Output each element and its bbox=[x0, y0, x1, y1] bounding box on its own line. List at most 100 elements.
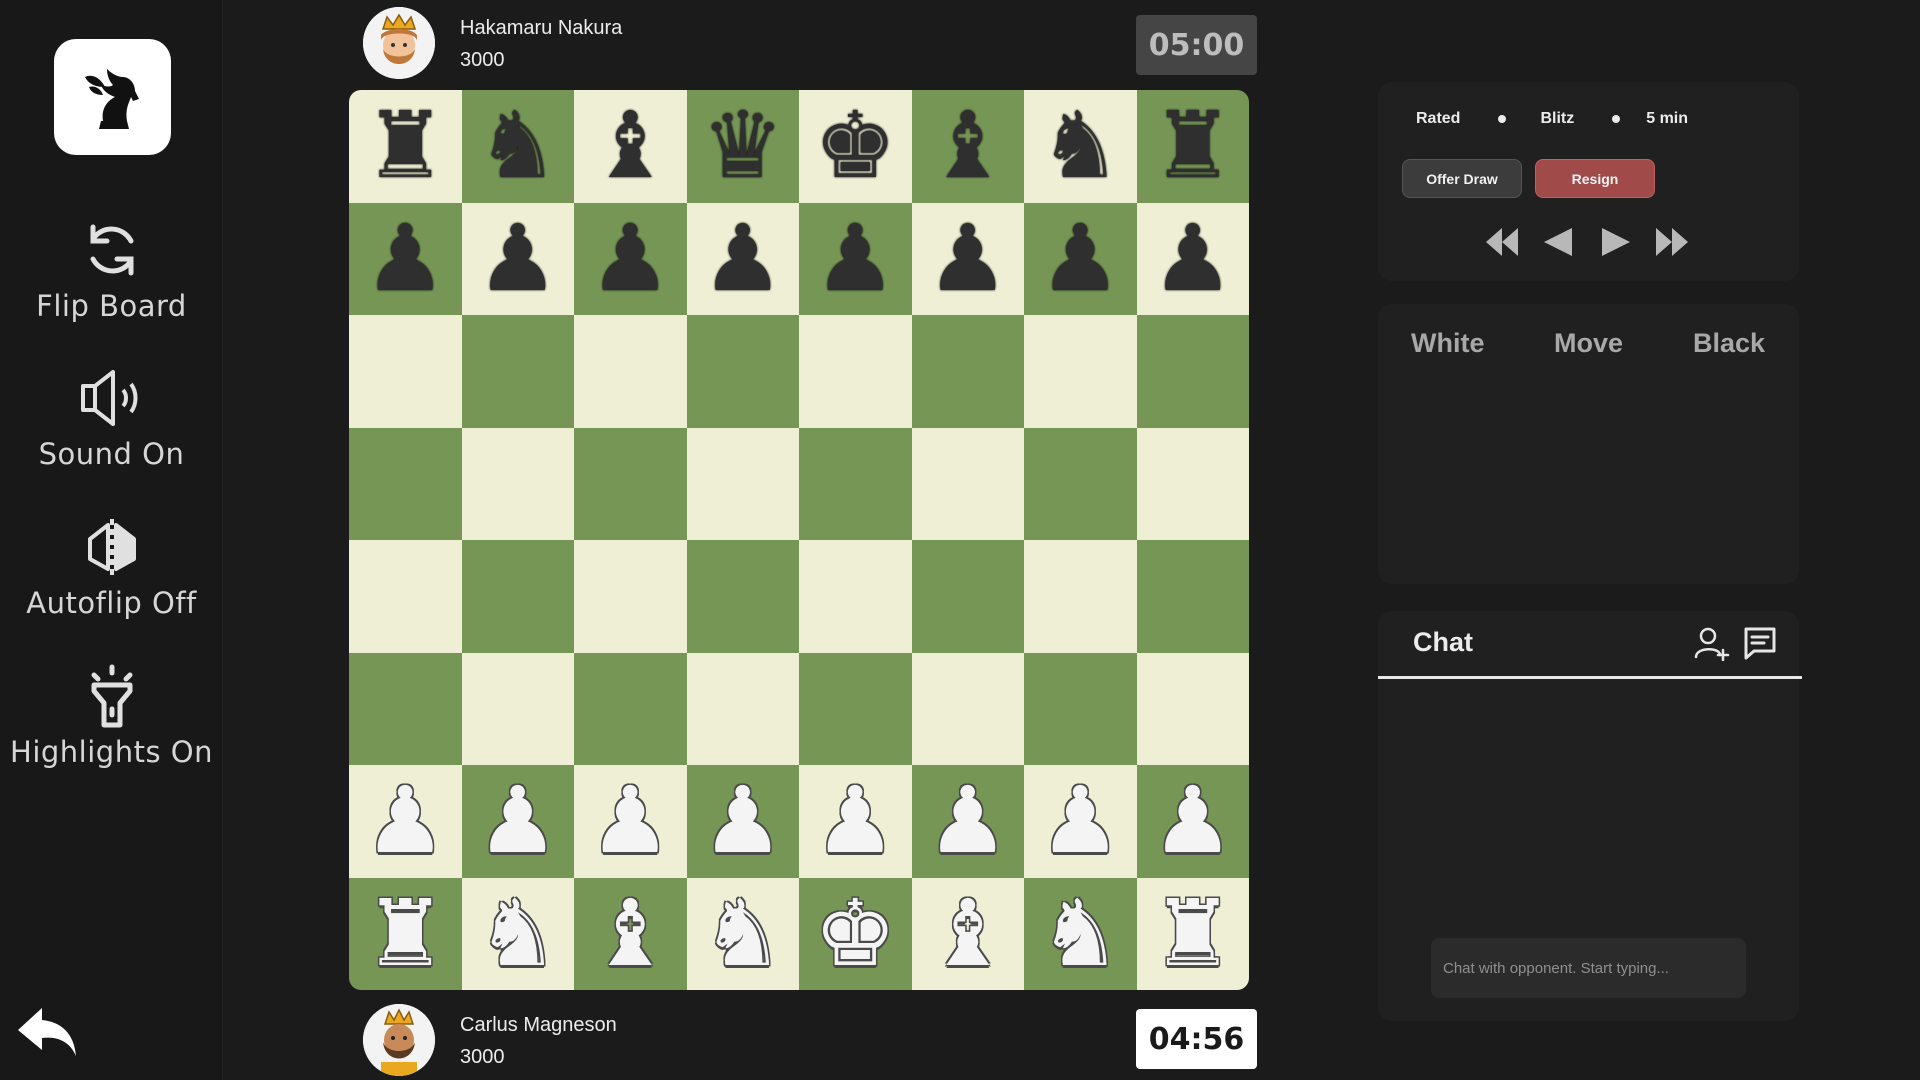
square-d6[interactable] bbox=[686, 315, 799, 428]
square-g8[interactable]: ♞ bbox=[1024, 90, 1137, 203]
offer-draw-button[interactable]: Offer Draw bbox=[1402, 159, 1522, 198]
autoflip-toggle-button[interactable]: Autoflip Off bbox=[0, 512, 223, 620]
square-a3[interactable] bbox=[349, 652, 462, 765]
square-g3[interactable] bbox=[1024, 652, 1137, 765]
white-pawn-icon[interactable]: ♟ bbox=[702, 775, 784, 867]
square-b6[interactable] bbox=[461, 315, 574, 428]
square-c4[interactable] bbox=[574, 540, 687, 653]
square-d7[interactable]: ♟ bbox=[686, 202, 799, 315]
square-a2[interactable]: ♟ bbox=[349, 765, 462, 878]
add-friend-icon[interactable] bbox=[1694, 625, 1730, 665]
square-c6[interactable] bbox=[574, 315, 687, 428]
black-knight-icon[interactable]: ♞ bbox=[477, 100, 559, 192]
square-d4[interactable] bbox=[686, 540, 799, 653]
square-h8[interactable]: ♜ bbox=[1136, 90, 1249, 203]
square-a5[interactable] bbox=[349, 427, 462, 540]
square-f7[interactable]: ♟ bbox=[911, 202, 1024, 315]
black-pawn-icon[interactable]: ♟ bbox=[1039, 212, 1121, 305]
square-f1[interactable]: ♝ bbox=[911, 877, 1024, 990]
first-move-icon[interactable] bbox=[1482, 224, 1522, 260]
square-h3[interactable] bbox=[1136, 652, 1249, 765]
square-g1[interactable]: ♞ bbox=[1024, 877, 1137, 990]
white-pawn-icon[interactable]: ♟ bbox=[589, 775, 671, 867]
square-b3[interactable] bbox=[461, 652, 574, 765]
square-e4[interactable] bbox=[799, 540, 912, 653]
chat-input[interactable] bbox=[1431, 938, 1746, 998]
square-b4[interactable] bbox=[461, 540, 574, 653]
white-knight-icon[interactable]: ♞ bbox=[477, 887, 559, 980]
square-h4[interactable] bbox=[1136, 540, 1249, 653]
square-c2[interactable]: ♟ bbox=[574, 765, 687, 878]
sound-toggle-button[interactable]: Sound On bbox=[0, 363, 223, 471]
black-pawn-icon[interactable]: ♟ bbox=[1152, 212, 1234, 305]
pegasus-logo-icon[interactable] bbox=[54, 39, 171, 155]
square-h1[interactable]: ♜ bbox=[1136, 877, 1249, 990]
square-c5[interactable] bbox=[574, 427, 687, 540]
square-e7[interactable]: ♟ bbox=[799, 202, 912, 315]
square-a6[interactable] bbox=[349, 315, 462, 428]
black-pawn-icon[interactable]: ♟ bbox=[364, 212, 446, 305]
black-pawn-icon[interactable]: ♟ bbox=[477, 212, 559, 305]
white-rook-icon[interactable]: ♜ bbox=[364, 887, 446, 980]
black-bishop-icon[interactable]: ♝ bbox=[927, 100, 1009, 192]
square-b5[interactable] bbox=[461, 427, 574, 540]
square-c8[interactable]: ♝ bbox=[574, 90, 687, 203]
white-rook-icon[interactable]: ♜ bbox=[1152, 887, 1234, 980]
chat-bubble-icon[interactable] bbox=[1742, 625, 1778, 665]
square-g4[interactable] bbox=[1024, 540, 1137, 653]
white-pawn-icon[interactable]: ♟ bbox=[1039, 775, 1121, 867]
square-e8[interactable]: ♚ bbox=[799, 90, 912, 203]
black-pawn-icon[interactable]: ♟ bbox=[589, 212, 671, 305]
square-c3[interactable] bbox=[574, 652, 687, 765]
white-pawn-icon[interactable]: ♟ bbox=[477, 775, 559, 867]
previous-move-icon[interactable] bbox=[1538, 224, 1578, 260]
square-e1[interactable]: ♚ bbox=[799, 877, 912, 990]
square-f8[interactable]: ♝ bbox=[911, 90, 1024, 203]
black-rook-icon[interactable]: ♜ bbox=[364, 100, 446, 192]
square-h7[interactable]: ♟ bbox=[1136, 202, 1249, 315]
square-b1[interactable]: ♞ bbox=[461, 877, 574, 990]
square-d2[interactable]: ♟ bbox=[686, 765, 799, 878]
white-bishop-icon[interactable]: ♝ bbox=[927, 887, 1009, 980]
white-pawn-icon[interactable]: ♟ bbox=[927, 775, 1009, 867]
square-f6[interactable] bbox=[911, 315, 1024, 428]
square-c7[interactable]: ♟ bbox=[574, 202, 687, 315]
square-d3[interactable] bbox=[686, 652, 799, 765]
white-knight-icon[interactable]: ♞ bbox=[702, 887, 784, 980]
chess-board[interactable]: ♜ ♞ ♝ ♛ ♚ ♝ ♞ ♜ ♟ ♟ ♟ ♟ ♟ ♟ ♟ ♟ ♟ ♟ ♟ ♟ ♟ ♟ ♟ ♟ ♜ ♞ ♝ ♞ ♚ ♝ ♞ ♜ bbox=[349, 90, 1249, 990]
square-f5[interactable] bbox=[911, 427, 1024, 540]
white-pawn-icon[interactable]: ♟ bbox=[364, 775, 446, 867]
square-e2[interactable]: ♟ bbox=[799, 765, 912, 878]
black-king-icon[interactable]: ♚ bbox=[814, 100, 896, 192]
square-b8[interactable]: ♞ bbox=[461, 90, 574, 203]
square-e6[interactable] bbox=[799, 315, 912, 428]
square-e3[interactable] bbox=[799, 652, 912, 765]
square-d1[interactable]: ♞ bbox=[686, 877, 799, 990]
square-h5[interactable] bbox=[1136, 427, 1249, 540]
square-g5[interactable] bbox=[1024, 427, 1137, 540]
square-c1[interactable]: ♝ bbox=[574, 877, 687, 990]
black-queen-icon[interactable]: ♛ bbox=[702, 100, 784, 192]
last-move-icon[interactable] bbox=[1652, 224, 1692, 260]
square-d8[interactable]: ♛ bbox=[686, 90, 799, 203]
white-knight-icon[interactable]: ♞ bbox=[1039, 887, 1121, 980]
square-h6[interactable] bbox=[1136, 315, 1249, 428]
black-rook-icon[interactable]: ♜ bbox=[1152, 100, 1234, 192]
square-g6[interactable] bbox=[1024, 315, 1137, 428]
white-king-icon[interactable]: ♚ bbox=[814, 887, 896, 980]
white-bishop-icon[interactable]: ♝ bbox=[589, 887, 671, 980]
flip-board-button[interactable]: Flip Board bbox=[0, 215, 223, 323]
square-a8[interactable]: ♜ bbox=[349, 90, 462, 203]
square-f2[interactable]: ♟ bbox=[911, 765, 1024, 878]
black-pawn-icon[interactable]: ♟ bbox=[814, 212, 896, 305]
black-pawn-icon[interactable]: ♟ bbox=[702, 212, 784, 305]
square-g7[interactable]: ♟ bbox=[1024, 202, 1137, 315]
next-move-icon[interactable] bbox=[1596, 224, 1636, 260]
square-d5[interactable] bbox=[686, 427, 799, 540]
square-a1[interactable]: ♜ bbox=[349, 877, 462, 990]
back-arrow-icon[interactable] bbox=[14, 1004, 80, 1060]
highlights-toggle-button[interactable]: Highlights On bbox=[0, 661, 223, 769]
square-g2[interactable]: ♟ bbox=[1024, 765, 1137, 878]
black-pawn-icon[interactable]: ♟ bbox=[927, 212, 1009, 305]
resign-button[interactable]: Resign bbox=[1535, 159, 1655, 198]
